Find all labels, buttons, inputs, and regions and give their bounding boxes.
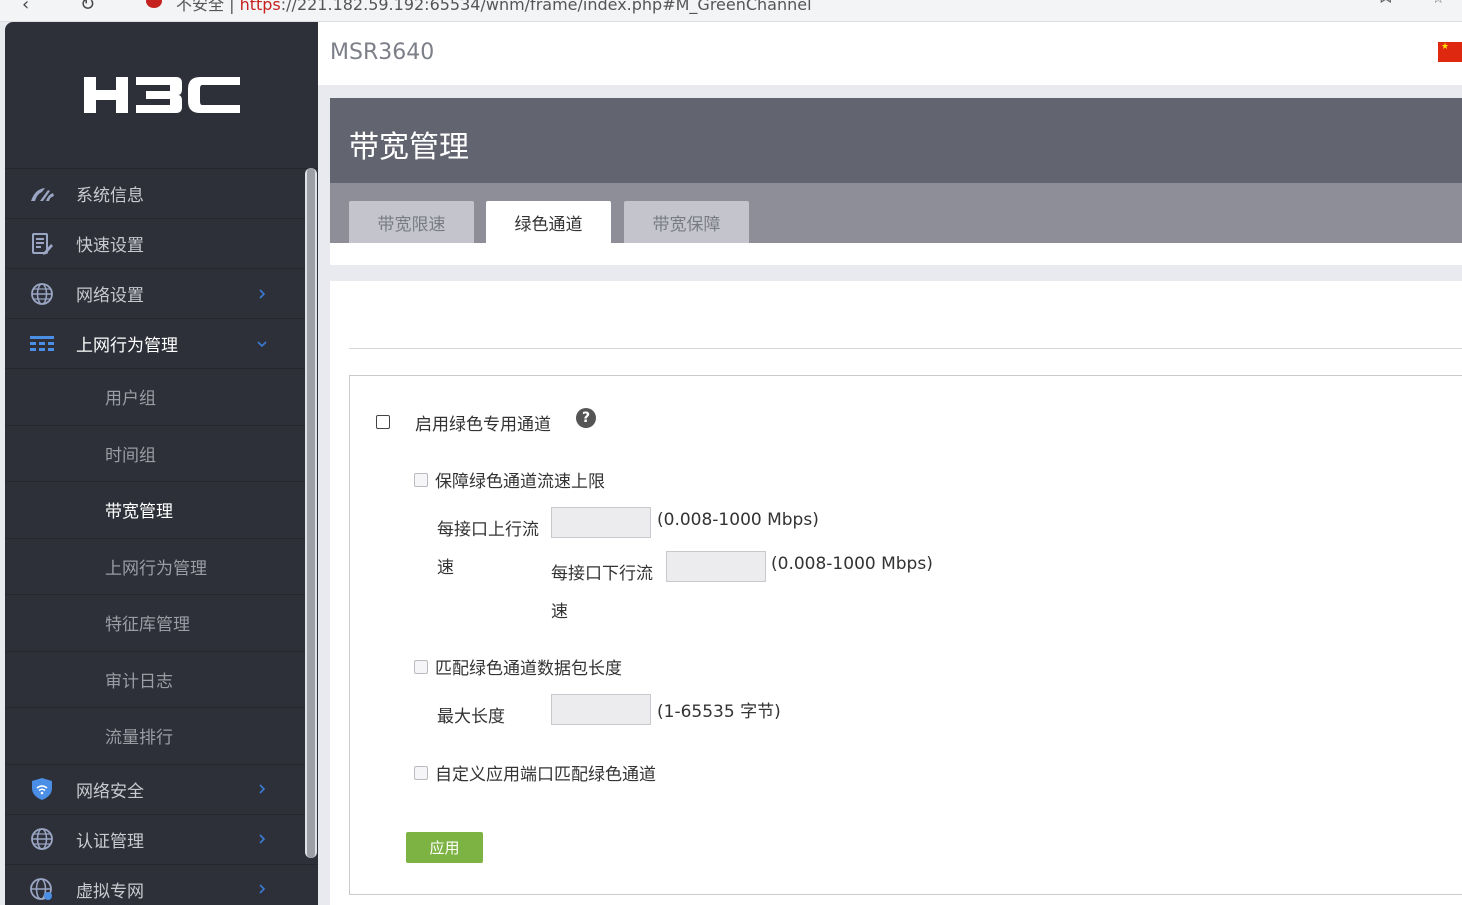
packet-length-checkbox[interactable] (414, 660, 428, 674)
enable-green-channel-checkbox[interactable] (376, 415, 390, 429)
chevron-right-icon (259, 288, 266, 299)
sidebar-scrollbar-thumb[interactable] (307, 168, 315, 858)
page-title: 带宽管理 (349, 130, 469, 165)
sidebar-item-auth-management[interactable]: 认证管理 (5, 813, 318, 864)
sidebar-item-network-security[interactable]: 网络安全 (5, 763, 318, 814)
upstream-rate-input[interactable] (551, 507, 651, 538)
sidebar-item-system-info[interactable]: 系统信息 (5, 168, 318, 218)
chevron-right-icon (259, 784, 266, 794)
custom-port-label: 自定义应用端口匹配绿色通道 (435, 765, 656, 785)
sidebar: 系统信息 快速设置 网络设置 上网行为管理 用户组 时间组 带宽管理 上网行为管… (5, 22, 318, 905)
sidebar-item-vpn[interactable]: 虚拟专网 (5, 863, 318, 905)
sidebar-subitem-audit-log[interactable]: 审计日志 (5, 650, 318, 708)
chevron-right-icon (259, 834, 266, 844)
document-edit-icon (29, 231, 55, 257)
network-grid-icon (29, 331, 55, 357)
sidebar-scrollbar[interactable] (305, 168, 317, 858)
page-title-band: 带宽管理 (330, 98, 1462, 183)
apply-button[interactable]: 应用 (406, 832, 483, 863)
h3c-logo (5, 22, 318, 168)
upstream-label-wrap: 速 (437, 558, 454, 578)
downstream-rate-input[interactable] (666, 551, 766, 582)
sidebar-subitem-signature-library[interactable]: 特征库管理 (5, 594, 318, 651)
sidebar-item-quick-setup[interactable]: 快速设置 (5, 218, 318, 268)
chevron-right-icon (259, 884, 266, 894)
bookmark-star-icon[interactable]: ☆ (1432, 0, 1445, 7)
reader-mode-icon[interactable]: ᗣ (1380, 0, 1392, 7)
max-length-label: 最大长度 (437, 707, 505, 727)
tab-green-channel[interactable]: 绿色通道 (486, 201, 611, 243)
sidebar-subitem-traffic-ranking[interactable]: 流量排行 (5, 707, 318, 764)
shield-wifi-icon (29, 776, 55, 802)
tab-content-strip (330, 243, 1462, 265)
sidebar-subitem-user-group[interactable]: 用户组 (5, 368, 318, 425)
downstream-label: 每接口下行流 (551, 564, 653, 584)
upstream-label: 每接口上行流 (437, 520, 539, 540)
url-text[interactable]: 不安全 | https://221.182.59.192:65534/wnm/f… (176, 0, 812, 15)
divider (349, 348, 1462, 349)
sidebar-item-internet-behavior[interactable]: 上网行为管理 (5, 318, 318, 368)
device-name: MSR3640 (330, 40, 435, 65)
speedometer-icon (29, 181, 55, 207)
back-arrow-icon[interactable]: ‹ (22, 0, 29, 15)
enable-green-channel-label: 启用绿色专用通道 (415, 415, 551, 435)
upstream-range-hint: (0.008-1000 Mbps) (657, 510, 819, 530)
sidebar-subitem-time-group[interactable]: 时间组 (5, 424, 318, 482)
globe-icon (29, 281, 55, 307)
custom-port-checkbox[interactable] (414, 766, 428, 780)
china-flag-icon[interactable]: ★ (1438, 42, 1462, 62)
globe-icon (29, 826, 55, 852)
green-channel-form: 启用绿色专用通道 ? 保障绿色通道流速上限 每接口上行流 速 (0.008-10… (349, 375, 1462, 895)
vpn-globe-icon (29, 876, 55, 902)
sidebar-item-network-settings[interactable]: 网络设置 (5, 268, 318, 318)
not-secure-icon (146, 0, 162, 8)
chevron-down-icon (257, 340, 267, 347)
tab-bar: 带宽限速 绿色通道 带宽保障 (330, 183, 1462, 243)
downstream-label-wrap: 速 (551, 602, 568, 622)
header-bar: MSR3640 ★ (318, 22, 1462, 85)
h3c-logo-icon (83, 77, 240, 113)
tab-bandwidth-limit[interactable]: 带宽限速 (349, 201, 474, 243)
browser-address-bar: ‹ ↻ 不安全 | https://221.182.59.192:65534/w… (0, 0, 1462, 22)
tab-bandwidth-guarantee[interactable]: 带宽保障 (624, 201, 749, 243)
sidebar-subitem-bandwidth-management[interactable]: 带宽管理 (5, 481, 318, 538)
downstream-range-hint: (0.008-1000 Mbps) (771, 554, 933, 574)
reload-icon[interactable]: ↻ (80, 0, 95, 15)
content-panel: 启用绿色专用通道 ? 保障绿色通道流速上限 每接口上行流 速 (0.008-10… (330, 281, 1462, 905)
sidebar-subitem-internet-behavior-management[interactable]: 上网行为管理 (5, 537, 318, 595)
guarantee-speed-label: 保障绿色通道流速上限 (435, 472, 605, 492)
max-length-range-hint: (1-65535 字节) (657, 702, 781, 722)
guarantee-speed-checkbox[interactable] (414, 473, 428, 487)
max-length-input[interactable] (551, 694, 651, 725)
packet-length-label: 匹配绿色通道数据包长度 (435, 659, 622, 679)
help-icon[interactable]: ? (576, 408, 596, 428)
